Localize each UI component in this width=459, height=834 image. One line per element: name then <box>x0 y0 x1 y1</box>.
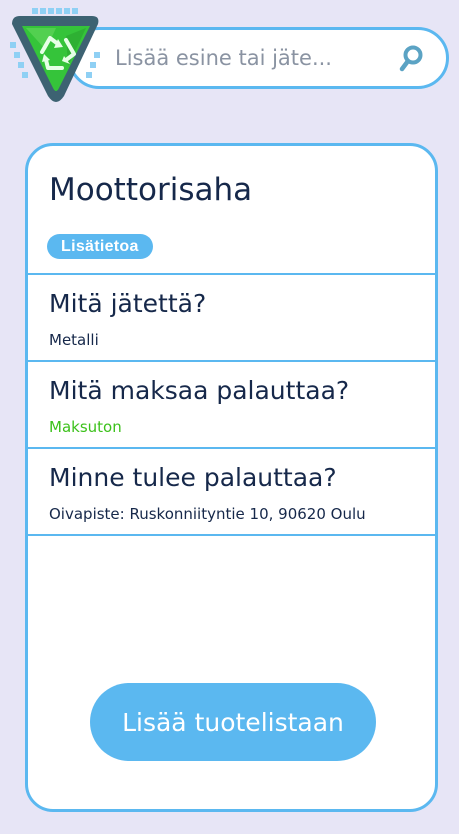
product-title: Moottorisaha <box>49 172 253 208</box>
cost-section: Mitä maksaa palauttaa? Maksuton <box>28 362 435 449</box>
waste-type-question: Mitä jätettä? <box>49 289 207 318</box>
product-header: Moottorisaha Lisätietoa <box>28 146 435 275</box>
cost-answer: Maksuton <box>49 418 122 436</box>
search-bar <box>68 27 449 89</box>
add-to-list-button[interactable]: Lisää tuotelistaan <box>90 683 376 761</box>
recycle-logo-icon <box>6 6 106 106</box>
search-input[interactable] <box>115 38 385 78</box>
waste-type-section: Mitä jätettä? Metalli <box>28 275 435 362</box>
location-answer: Oivapiste: Ruskonniityntie 10, 90620 Oul… <box>49 505 366 523</box>
product-card: Moottorisaha Lisätietoa Mitä jätettä? Me… <box>25 143 438 812</box>
more-info-button[interactable]: Lisätietoa <box>47 234 153 259</box>
waste-type-answer: Metalli <box>49 331 99 349</box>
location-question: Minne tulee palauttaa? <box>49 463 337 492</box>
location-section: Minne tulee palauttaa? Oivapiste: Ruskon… <box>28 449 435 536</box>
search-icon[interactable] <box>396 44 426 74</box>
cost-question: Mitä maksaa palauttaa? <box>49 376 350 405</box>
